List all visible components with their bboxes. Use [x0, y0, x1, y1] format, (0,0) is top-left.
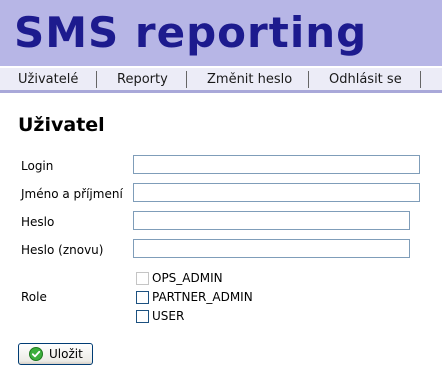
- page-title: Uživatel: [18, 114, 105, 136]
- nav-separator: [308, 71, 309, 88]
- login-label: Login: [21, 159, 54, 173]
- save-button[interactable]: Uložit: [18, 343, 93, 365]
- nav-separator: [186, 71, 187, 88]
- save-button-label: Uložit: [49, 347, 83, 361]
- password-again-label: Heslo (znovu): [21, 243, 104, 257]
- user-label[interactable]: USER: [152, 309, 184, 323]
- full-name-input[interactable]: [133, 183, 420, 202]
- password-again-input[interactable]: [133, 239, 410, 258]
- header: SMS reporting: [0, 0, 442, 66]
- full-name-label: Jméno a příjmení: [21, 187, 123, 201]
- nav-item-reports[interactable]: Reporty: [117, 68, 168, 90]
- user-checkbox[interactable]: [136, 310, 149, 323]
- app-title: SMS reporting: [14, 8, 368, 57]
- nav-separator: [420, 71, 421, 88]
- role-label: Role: [21, 290, 47, 304]
- password-input[interactable]: [133, 211, 410, 230]
- password-label: Heslo: [21, 215, 55, 229]
- nav-item-users[interactable]: Uživatelé: [18, 68, 78, 90]
- check-circle-icon: [29, 347, 43, 361]
- nav-separator: [96, 71, 97, 88]
- nav-bar: Uživatelé Reporty Změnit heslo Odhlásit …: [0, 66, 442, 93]
- ops-admin-label: OPS_ADMIN: [152, 271, 223, 285]
- nav-item-logout[interactable]: Odhlásit se: [329, 68, 402, 90]
- ops-admin-checkbox: [136, 272, 149, 285]
- login-input[interactable]: [133, 155, 420, 174]
- partner-admin-label[interactable]: PARTNER_ADMIN: [152, 290, 253, 304]
- partner-admin-checkbox[interactable]: [136, 291, 149, 304]
- nav-item-change-password[interactable]: Změnit heslo: [207, 68, 292, 90]
